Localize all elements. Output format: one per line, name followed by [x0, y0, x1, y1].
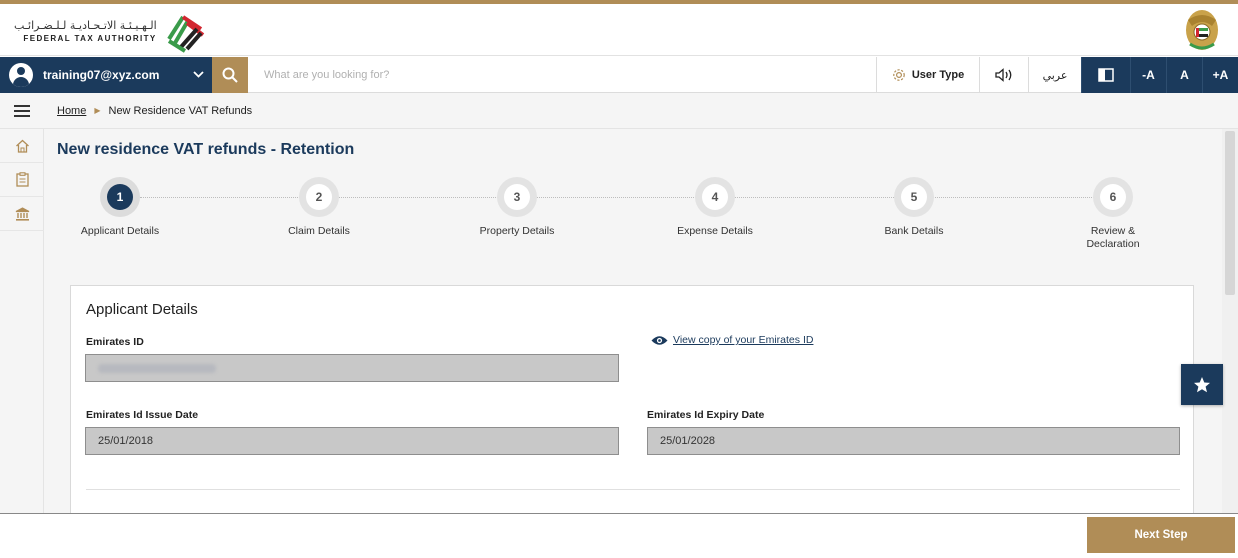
breadcrumb-current: New Residence VAT Refunds	[108, 104, 253, 117]
screen-reader-button[interactable]	[979, 57, 1028, 93]
step-1-number: 1	[107, 184, 133, 210]
step-3-number: 3	[504, 184, 530, 210]
main-content: New residence VAT refunds - Retention 1 …	[44, 129, 1222, 513]
view-emirates-id-text: View copy of your Emirates ID	[673, 334, 814, 346]
issue-date-field[interactable]: 25/01/2018	[85, 427, 619, 455]
hamburger-icon	[14, 104, 30, 117]
uae-emblem-icon	[1186, 10, 1218, 50]
fta-logo-english: FEDERAL TAX AUTHORITY	[23, 34, 157, 43]
step-5[interactable]: 5 Bank Details	[844, 177, 984, 238]
progress-stepper: 1 Applicant Details 2 Claim Details 3 Pr…	[44, 177, 1222, 257]
step-6-label: Review & Declaration	[1086, 225, 1140, 250]
step-3-circle[interactable]: 3	[497, 177, 537, 217]
user-avatar-icon	[9, 63, 33, 87]
breadcrumb-home-link[interactable]: Home	[57, 105, 86, 117]
favorite-button[interactable]	[1181, 364, 1223, 405]
fta-logo-arabic: الـهـيـئـة الاتـحـاديـة لـلـضـرائـب	[14, 19, 157, 32]
hamburger-menu-button[interactable]	[0, 104, 44, 117]
search-icon	[222, 67, 238, 83]
expiry-date-label: Emirates Id Expiry Date	[647, 409, 765, 421]
emirates-id-field[interactable]	[85, 354, 619, 382]
step-2-label: Claim Details	[288, 225, 350, 237]
page-title: New residence VAT refunds - Retention	[57, 141, 355, 158]
speaker-icon	[995, 68, 1012, 82]
side-rail	[0, 129, 44, 513]
step-4[interactable]: 4 Expense Details	[645, 177, 785, 238]
user-email: training07@xyz.com	[43, 68, 160, 82]
fta-logo[interactable]: الـهـيـئـة الاتـحـاديـة لـلـضـرائـب FEDE…	[14, 10, 207, 54]
step-2-number: 2	[306, 184, 332, 210]
emirates-id-masked-value	[98, 363, 216, 373]
fta-logo-text: الـهـيـئـة الاتـحـاديـة لـلـضـرائـب FEDE…	[14, 19, 157, 45]
step-5-circle[interactable]: 5	[894, 177, 934, 217]
contrast-icon	[1098, 68, 1114, 82]
step-5-label: Bank Details	[884, 225, 944, 237]
step-1-label: Applicant Details	[80, 225, 160, 237]
step-1[interactable]: 1 Applicant Details	[50, 177, 190, 238]
language-toggle[interactable]: عربي	[1028, 57, 1081, 93]
clipboard-icon	[15, 172, 29, 187]
page-scrollbar[interactable]	[1222, 129, 1238, 513]
issue-date-label: Emirates Id Issue Date	[86, 409, 199, 421]
top-toolbar: training07@xyz.com User Type عربي -A A	[0, 57, 1238, 93]
breadcrumb-bar: Home ▶ New Residence VAT Refunds	[0, 93, 1238, 129]
step-6-circle[interactable]: 6	[1093, 177, 1133, 217]
user-type-button[interactable]: User Type	[876, 57, 979, 93]
next-step-button[interactable]: Next Step	[1087, 517, 1235, 553]
fta-emblem-icon	[167, 15, 204, 53]
emirates-id-label: Emirates ID	[86, 336, 144, 348]
font-increase-button[interactable]: +A	[1202, 57, 1238, 93]
search-input[interactable]	[248, 57, 876, 92]
user-type-label: User Type	[911, 69, 965, 81]
view-emirates-id-link[interactable]: View copy of your Emirates ID	[651, 334, 813, 346]
step-2-circle[interactable]: 2	[299, 177, 339, 217]
chevron-down-icon	[193, 69, 204, 81]
eye-icon	[651, 335, 668, 345]
step-4-label: Expense Details	[677, 225, 753, 237]
breadcrumb-separator-icon: ▶	[94, 106, 101, 115]
applicant-details-title: Applicant Details	[86, 301, 198, 318]
home-icon	[15, 139, 29, 153]
star-icon	[1194, 376, 1210, 392]
step-2[interactable]: 2 Claim Details	[249, 177, 389, 238]
font-decrease-button[interactable]: -A	[1130, 57, 1166, 93]
rail-bank-button[interactable]	[0, 197, 44, 231]
rail-home-button[interactable]	[0, 129, 44, 163]
step-3[interactable]: 3 Property Details	[447, 177, 587, 238]
site-header: الـهـيـئـة الاتـحـاديـة لـلـضـرائـب FEDE…	[0, 4, 1238, 56]
step-4-circle[interactable]: 4	[695, 177, 735, 217]
search-button[interactable]	[212, 57, 248, 93]
card-divider	[86, 489, 1180, 490]
user-menu-dropdown[interactable]: training07@xyz.com	[0, 57, 212, 93]
expiry-date-field[interactable]: 25/01/2028	[647, 427, 1180, 455]
step-6[interactable]: 6 Review & Declaration	[1043, 177, 1183, 251]
step-5-number: 5	[901, 184, 927, 210]
bank-icon	[15, 206, 29, 221]
scrollbar-thumb[interactable]	[1225, 131, 1235, 295]
step-6-number: 6	[1100, 184, 1126, 210]
font-normal-button[interactable]: A	[1166, 57, 1202, 93]
gear-icon	[893, 69, 905, 81]
contrast-toggle-button[interactable]	[1081, 57, 1130, 93]
page-footer: Next Step	[0, 513, 1238, 558]
step-1-circle[interactable]: 1	[100, 177, 140, 217]
applicant-details-card: Applicant Details Emirates ID View copy …	[70, 285, 1194, 513]
rail-tasks-button[interactable]	[0, 163, 44, 197]
step-3-label: Property Details	[479, 225, 555, 237]
step-4-number: 4	[702, 184, 728, 210]
